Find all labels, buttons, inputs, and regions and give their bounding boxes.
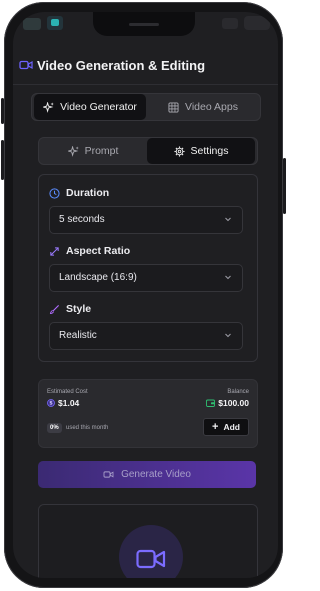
mute-button: [1, 98, 4, 124]
balance-value: $100.00: [218, 398, 249, 408]
add-label: Add: [223, 422, 240, 432]
brush-icon: [49, 304, 60, 314]
gear-icon: [173, 145, 185, 157]
style-value: Realistic: [59, 330, 97, 341]
main-tabs: Video Generator Video Apps: [31, 93, 261, 121]
cost-panel: Estimated Cost $ $1.04 Balance $100.00 0…: [38, 379, 258, 448]
style-label-text: Style: [66, 303, 92, 315]
estimated-cost: $ $1.04: [47, 398, 79, 408]
tab-label: Prompt: [84, 145, 119, 157]
tab-label: Video Apps: [185, 101, 238, 113]
phone-frame: Video Generation & Editing Video Generat…: [1, 2, 286, 588]
aspect-ratio-label: Aspect Ratio: [49, 245, 130, 257]
tab-prompt[interactable]: Prompt: [41, 138, 145, 164]
dynamic-island: [93, 12, 195, 36]
tab-settings[interactable]: Settings: [147, 138, 255, 164]
estimated-cost-label: Estimated Cost: [47, 389, 88, 395]
tab-video-generator[interactable]: Video Generator: [34, 94, 146, 120]
sparkles-icon: [67, 145, 79, 157]
coin-icon: $: [47, 399, 55, 407]
chevron-down-icon: [225, 333, 231, 338]
aspect-ratio-label-text: Aspect Ratio: [66, 245, 131, 257]
video-camera-icon: [19, 60, 33, 70]
video-preview: [38, 504, 258, 578]
grid-icon: [168, 101, 179, 113]
style-label: Style: [49, 303, 91, 315]
duration-label: Duration: [49, 187, 109, 199]
clock-icon: [49, 187, 60, 199]
aspect-ratio-value: Landscape (16:9): [59, 272, 137, 283]
page-title: Video Generation & Editing: [37, 58, 206, 73]
chevron-down-icon: [225, 275, 231, 280]
battery-icon: [244, 16, 270, 30]
settings-panel: Duration 5 seconds Aspect Ratio Landscap…: [38, 174, 258, 362]
plus-icon: +: [212, 420, 219, 433]
style-select[interactable]: Realistic: [49, 322, 243, 350]
power-button: [283, 158, 286, 214]
wallet-icon: [206, 399, 216, 407]
volume-up-button: [1, 140, 4, 180]
expand-icon: [50, 246, 59, 256]
app-header: Video Generation & Editing: [13, 48, 278, 85]
status-icon: [23, 18, 41, 30]
screen: Video Generation & Editing Video Generat…: [13, 12, 278, 578]
duration-select[interactable]: 5 seconds: [49, 206, 243, 234]
duration-value: 5 seconds: [59, 214, 105, 225]
usage-text: used this month: [66, 425, 109, 431]
aspect-ratio-select[interactable]: Landscape (16:9): [49, 264, 243, 292]
estimated-cost-value: $1.04: [58, 398, 80, 408]
sparkles-icon: [43, 101, 54, 113]
app-status-icon: [47, 16, 63, 30]
signal-icon: [222, 18, 238, 29]
settings-tabs: Prompt Settings: [38, 137, 258, 165]
svg-text:$: $: [49, 401, 53, 407]
add-funds-button[interactable]: + Add: [203, 418, 249, 436]
video-camera-icon: [103, 471, 114, 478]
video-camera-icon: [136, 549, 166, 569]
tab-video-apps[interactable]: Video Apps: [148, 94, 258, 120]
generate-video-button[interactable]: Generate Video: [38, 461, 256, 488]
usage-badge: 0%: [47, 423, 62, 433]
balance-label: Balance: [227, 389, 249, 395]
chevron-down-icon: [225, 217, 231, 222]
balance: $100.00: [206, 398, 249, 408]
generate-label: Generate Video: [121, 469, 191, 480]
tab-label: Video Generator: [60, 101, 137, 113]
duration-label-text: Duration: [66, 187, 110, 199]
tab-label: Settings: [190, 145, 229, 157]
